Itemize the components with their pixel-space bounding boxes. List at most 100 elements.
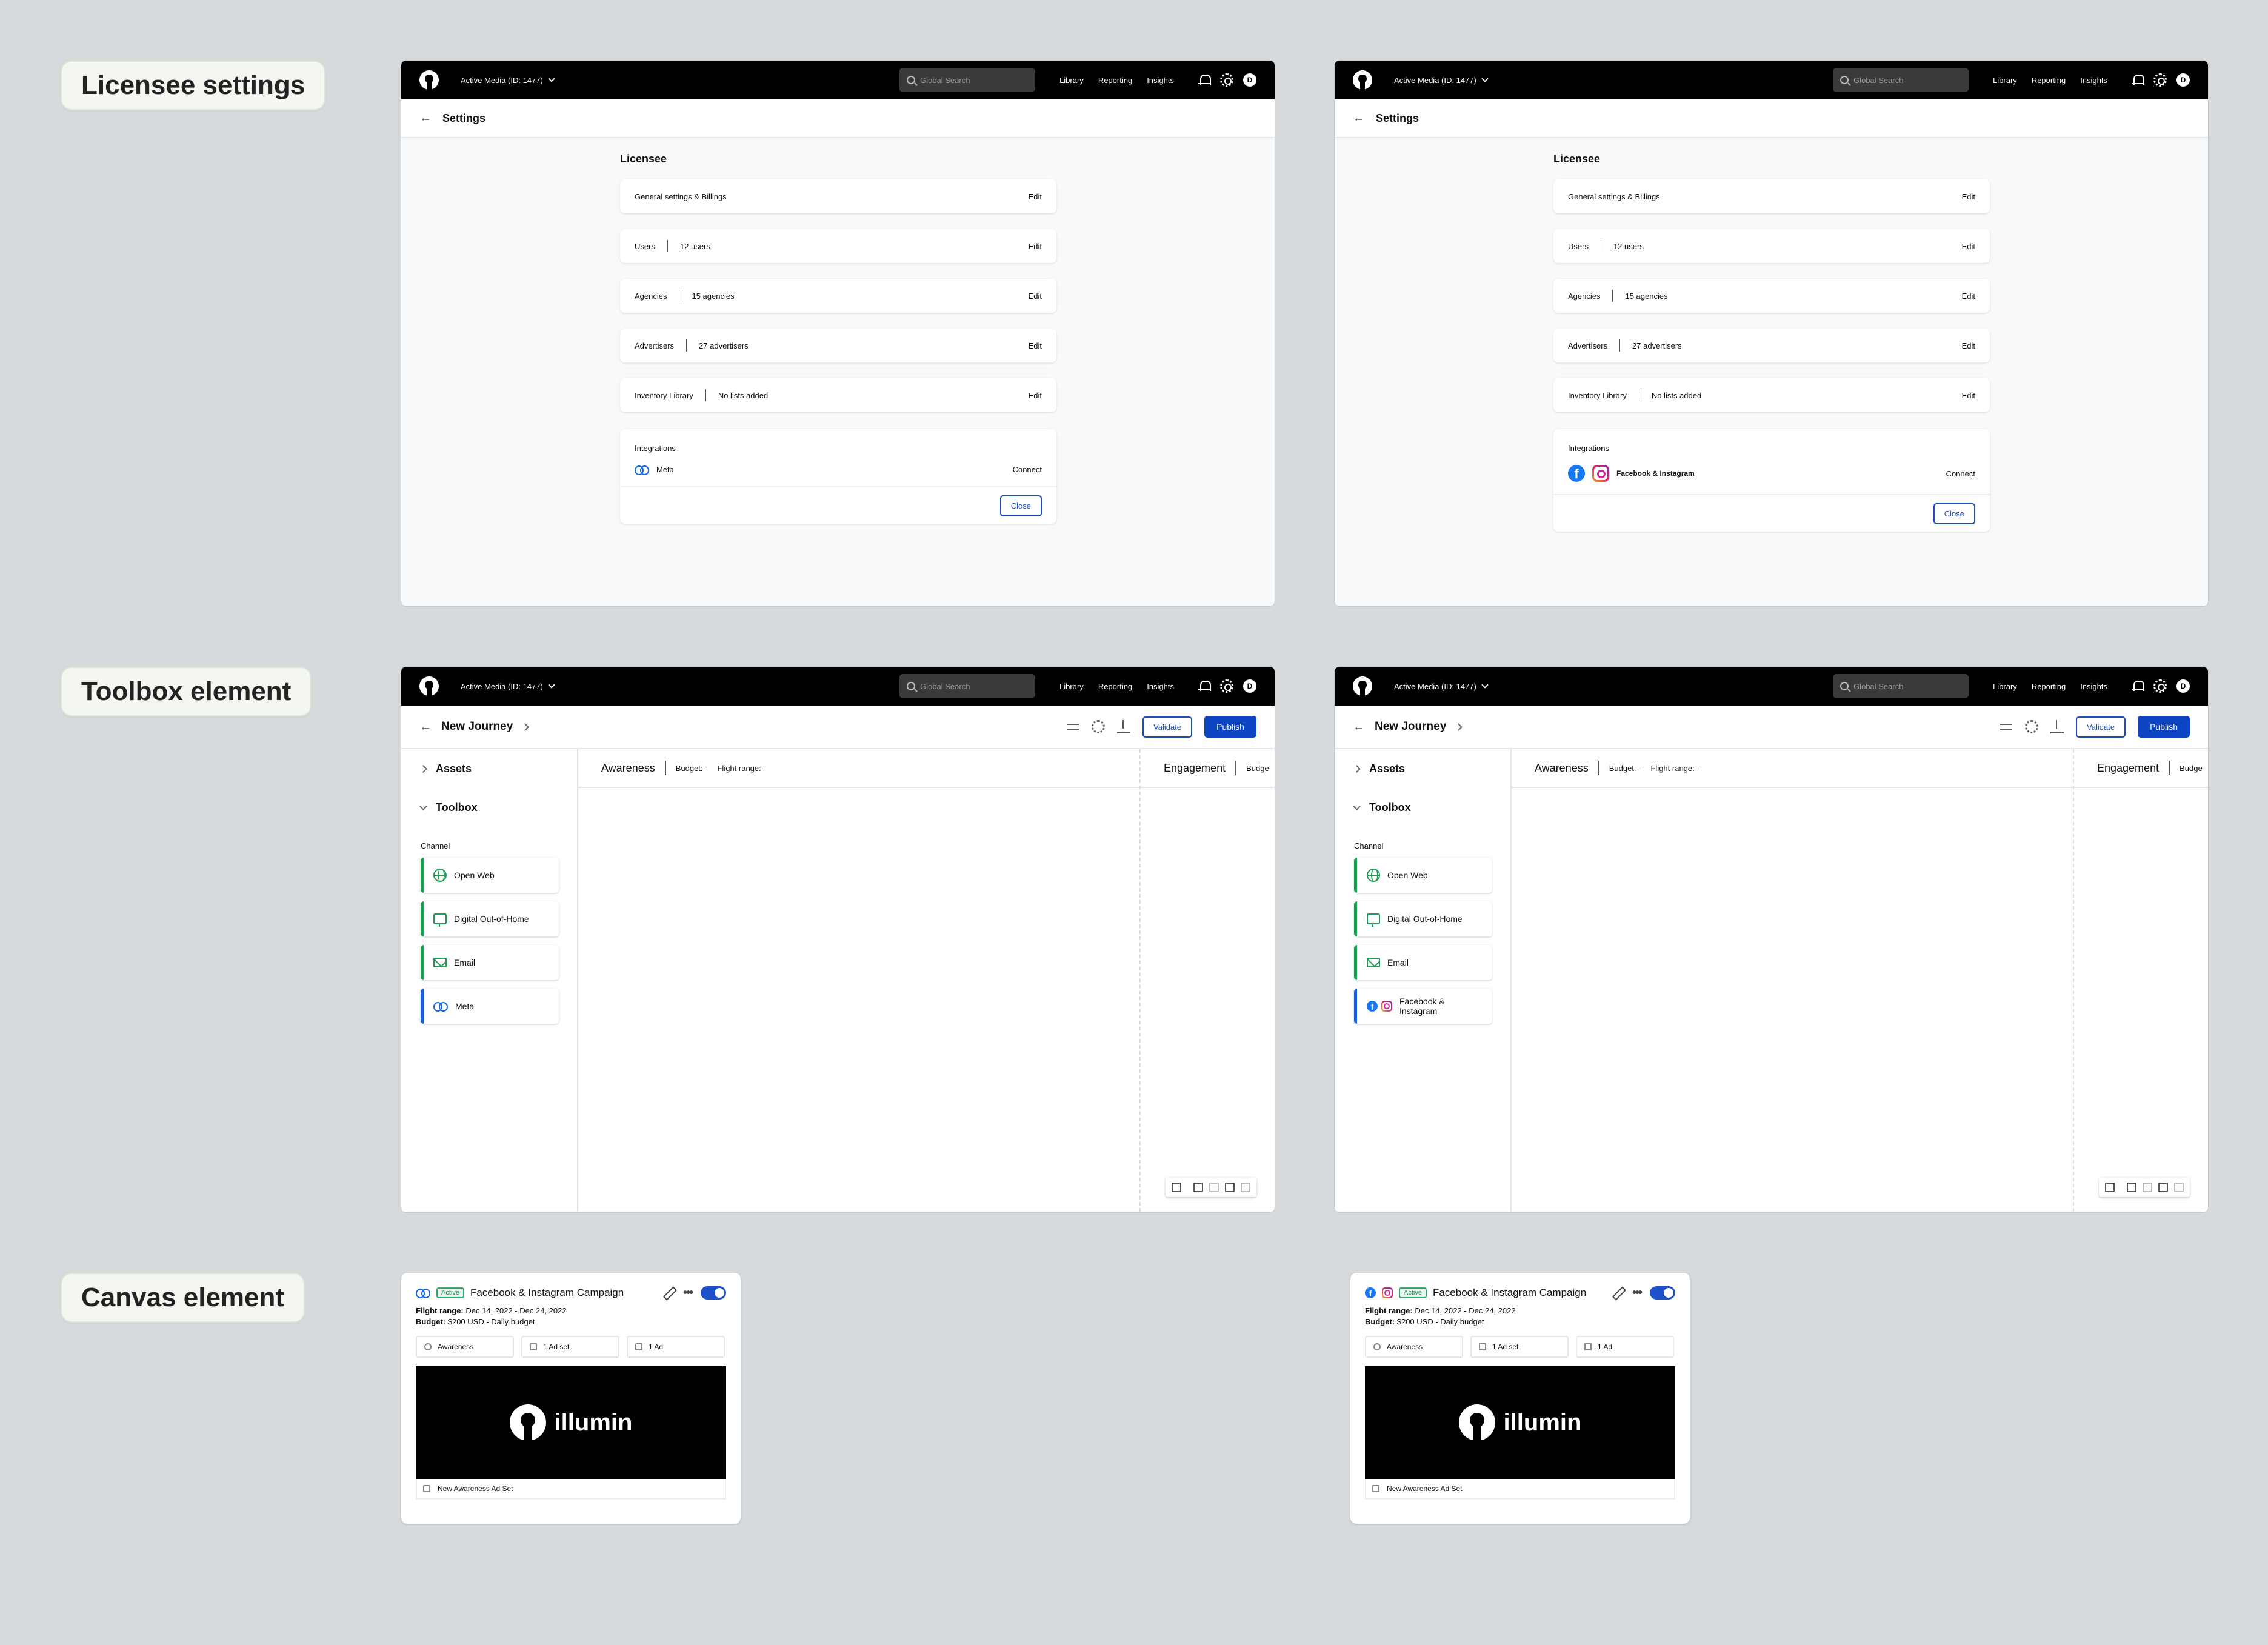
edit-mode-icon[interactable] [1172, 1183, 1181, 1192]
channel-email[interactable]: Email [1354, 945, 1492, 980]
edit-button[interactable]: Edit [1029, 341, 1042, 350]
nav-library[interactable]: Library [1993, 76, 2017, 85]
download-icon[interactable] [1117, 720, 1131, 733]
back-arrow-icon[interactable]: ← [1353, 112, 1365, 125]
journey-title[interactable]: New Journey [1375, 720, 1446, 733]
global-search-input[interactable]: Global Search [899, 68, 1036, 92]
illumin-logo-icon[interactable] [1353, 676, 1372, 696]
validate-button[interactable]: Validate [2076, 716, 2126, 738]
illumin-logo-icon[interactable] [419, 676, 439, 696]
filter-sliders-icon[interactable] [1066, 720, 1079, 733]
list-view-icon[interactable] [1209, 1183, 1219, 1192]
campaign-toggle[interactable] [701, 1286, 726, 1300]
nav-reporting[interactable]: Reporting [1098, 682, 1132, 691]
channel-open-web[interactable]: Open Web [421, 858, 559, 893]
edit-button[interactable]: Edit [1962, 391, 1975, 400]
nav-insights[interactable]: Insights [2080, 682, 2107, 691]
edit-button[interactable]: Edit [1962, 192, 1975, 201]
adset-row[interactable]: New Awareness Ad Set [1365, 1479, 1675, 1500]
nav-library[interactable]: Library [1993, 682, 2017, 691]
avatar[interactable]: D [2176, 679, 2190, 693]
assets-toggle[interactable]: Assets [401, 749, 577, 788]
toolbox-toggle[interactable]: Toolbox [1335, 788, 1510, 827]
chevron-right-icon[interactable] [521, 722, 530, 731]
nav-insights[interactable]: Insights [1147, 76, 1174, 85]
bell-icon[interactable] [2132, 74, 2144, 86]
gear-icon[interactable] [2025, 720, 2039, 733]
gear-icon[interactable] [2153, 73, 2167, 87]
global-search-input[interactable]: Global Search [1833, 68, 1969, 92]
edit-button[interactable]: Edit [1962, 341, 1975, 350]
illumin-logo-icon[interactable] [419, 70, 439, 90]
publish-button[interactable]: Publish [1204, 716, 1256, 738]
nav-library[interactable]: Library [1059, 76, 1084, 85]
connect-button[interactable]: Connect [1013, 465, 1042, 474]
list-view-icon[interactable] [2143, 1183, 2152, 1192]
chevron-right-icon[interactable] [1455, 722, 1463, 731]
edit-button[interactable]: Edit [1962, 292, 1975, 301]
gear-icon[interactable] [1092, 720, 1106, 733]
back-arrow-icon[interactable]: ← [1353, 720, 1365, 734]
campaign-card-meta[interactable]: Active Facebook & Instagram Campaign •••… [401, 1273, 741, 1524]
gear-icon[interactable] [2153, 679, 2167, 693]
avatar[interactable]: D [2176, 73, 2190, 87]
toolbox-toggle[interactable]: Toolbox [401, 788, 577, 827]
nav-library[interactable]: Library [1059, 682, 1084, 691]
account-selector[interactable]: Active Media (ID: 1477) [461, 75, 555, 85]
campaign-card-facebook-instagram[interactable]: f Active Facebook & Instagram Campaign •… [1350, 1273, 1690, 1524]
gear-icon[interactable] [1220, 73, 1233, 87]
grid-view-icon[interactable] [2127, 1183, 2136, 1192]
channel-dooh[interactable]: Digital Out-of-Home [421, 901, 559, 936]
channel-open-web[interactable]: Open Web [1354, 858, 1492, 893]
nav-reporting[interactable]: Reporting [2032, 682, 2066, 691]
nav-insights[interactable]: Insights [1147, 682, 1174, 691]
bell-icon[interactable] [2132, 680, 2144, 692]
edit-pencil-icon[interactable] [1612, 1287, 1624, 1299]
journey-title[interactable]: New Journey [441, 720, 513, 733]
bell-icon[interactable] [1198, 74, 1211, 86]
more-options-icon[interactable]: ••• [1632, 1287, 1643, 1299]
compact-view-icon[interactable] [1241, 1183, 1250, 1192]
compact-view-icon[interactable] [2174, 1183, 2184, 1192]
back-arrow-icon[interactable]: ← [419, 720, 432, 734]
edit-pencil-icon[interactable] [662, 1287, 675, 1299]
tile-view-icon[interactable] [1225, 1183, 1235, 1192]
gear-icon[interactable] [1220, 679, 1233, 693]
channel-email[interactable]: Email [421, 945, 559, 980]
download-icon[interactable] [2050, 720, 2064, 733]
edit-button[interactable]: Edit [1029, 292, 1042, 301]
back-arrow-icon[interactable]: ← [419, 112, 432, 125]
validate-button[interactable]: Validate [1142, 716, 1193, 738]
close-button[interactable]: Close [1933, 502, 1975, 524]
connect-button[interactable]: Connect [1946, 469, 1975, 478]
more-options-icon[interactable]: ••• [683, 1287, 693, 1299]
account-selector[interactable]: Active Media (ID: 1477) [1394, 75, 1489, 85]
nav-insights[interactable]: Insights [2080, 76, 2107, 85]
bell-icon[interactable] [1198, 680, 1211, 692]
edit-button[interactable]: Edit [1029, 192, 1042, 201]
avatar[interactable]: D [1243, 73, 1256, 87]
account-selector[interactable]: Active Media (ID: 1477) [461, 681, 555, 691]
nav-reporting[interactable]: Reporting [1098, 76, 1132, 85]
account-selector[interactable]: Active Media (ID: 1477) [1394, 681, 1489, 691]
assets-toggle[interactable]: Assets [1335, 749, 1510, 788]
tile-view-icon[interactable] [2158, 1183, 2168, 1192]
channel-facebook-instagram[interactable]: f Facebook & Instagram [1354, 989, 1492, 1024]
grid-view-icon[interactable] [1193, 1183, 1203, 1192]
close-button[interactable]: Close [999, 495, 1042, 516]
edit-button[interactable]: Edit [1029, 391, 1042, 400]
adset-row[interactable]: New Awareness Ad Set [416, 1479, 726, 1500]
filter-sliders-icon[interactable] [2000, 720, 2013, 733]
nav-reporting[interactable]: Reporting [2032, 76, 2066, 85]
avatar[interactable]: D [1243, 679, 1256, 693]
campaign-toggle[interactable] [1650, 1286, 1675, 1300]
global-search-input[interactable]: Global Search [1833, 674, 1969, 698]
global-search-input[interactable]: Global Search [899, 674, 1036, 698]
illumin-logo-icon[interactable] [1353, 70, 1372, 90]
publish-button[interactable]: Publish [2138, 716, 2190, 738]
channel-meta[interactable]: Meta [421, 989, 559, 1024]
edit-button[interactable]: Edit [1029, 242, 1042, 251]
edit-mode-icon[interactable] [2105, 1183, 2115, 1192]
edit-button[interactable]: Edit [1962, 242, 1975, 251]
channel-dooh[interactable]: Digital Out-of-Home [1354, 901, 1492, 936]
